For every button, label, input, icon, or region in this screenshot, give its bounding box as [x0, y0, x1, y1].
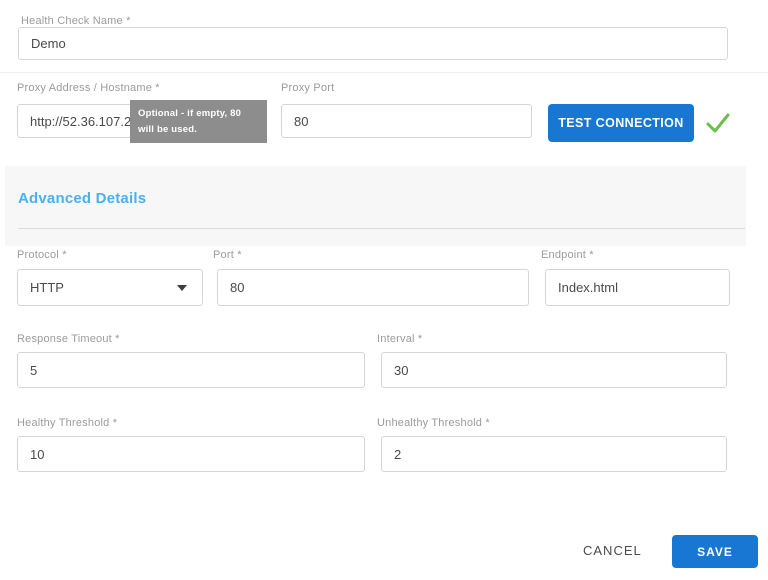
health-check-form: Health Check Name * Proxy Address / Host…	[0, 0, 768, 580]
interval-label: Interval *	[377, 333, 422, 345]
endpoint-label: Endpoint *	[541, 249, 594, 261]
section-divider	[18, 228, 745, 229]
cancel-button[interactable]: CANCEL	[583, 543, 642, 558]
healthy-threshold-label: Healthy Threshold *	[17, 417, 117, 429]
protocol-select[interactable]: HTTP	[17, 269, 203, 306]
endpoint-input[interactable]	[545, 269, 730, 306]
health-check-name-input[interactable]	[18, 27, 728, 60]
proxy-port-input[interactable]	[281, 104, 532, 138]
check-icon	[705, 111, 731, 135]
port-label: Port *	[213, 249, 242, 261]
healthy-threshold-input[interactable]	[17, 436, 365, 472]
chevron-down-icon	[177, 285, 187, 291]
proxy-port-tooltip: Optional - if empty, 80 will be used.	[130, 100, 267, 143]
protocol-selected-value: HTTP	[30, 280, 64, 295]
row-divider	[0, 72, 768, 73]
test-connection-button[interactable]: TEST CONNECTION	[548, 104, 694, 142]
unhealthy-threshold-input[interactable]	[381, 436, 727, 472]
response-timeout-input[interactable]	[17, 352, 365, 388]
proxy-address-label: Proxy Address / Hostname *	[17, 82, 160, 94]
response-timeout-label: Response Timeout *	[17, 333, 120, 345]
health-check-name-label: Health Check Name *	[21, 15, 131, 27]
interval-input[interactable]	[381, 352, 727, 388]
proxy-port-label: Proxy Port	[281, 82, 334, 94]
tooltip-text: Optional - if empty, 80 will be used.	[138, 108, 241, 135]
port-input[interactable]	[217, 269, 529, 306]
protocol-label: Protocol *	[17, 249, 67, 261]
advanced-details-title: Advanced Details	[18, 190, 146, 207]
save-button[interactable]: SAVE	[672, 535, 758, 568]
unhealthy-threshold-label: Unhealthy Threshold *	[377, 417, 490, 429]
